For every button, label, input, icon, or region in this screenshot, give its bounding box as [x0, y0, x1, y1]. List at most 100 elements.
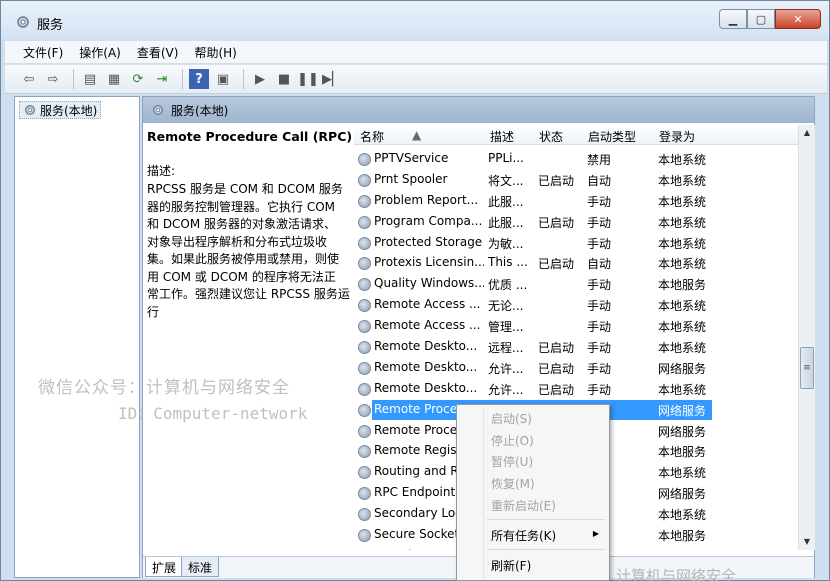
- service-name: Problem Report...: [374, 192, 479, 207]
- service-description: 允许...: [488, 382, 524, 397]
- service-row[interactable]: Prnt Spooler 将文... 已启动 自动 本地系统: [354, 170, 799, 191]
- title-bar[interactable]: 服务 ▁ ▢ ✕: [1, 1, 829, 39]
- description-line: 用 COM 或 DCOM 的程序将无法正: [147, 269, 336, 284]
- stop-icon[interactable]: ■: [274, 69, 294, 89]
- services-gear-icon: [24, 104, 36, 116]
- service-description: 为敏...: [488, 236, 524, 251]
- service-row[interactable]: Protexis Licensin... This ... 已启动 自动 本地系统: [354, 253, 799, 274]
- back-icon[interactable]: ⇦: [19, 69, 39, 89]
- close-button[interactable]: ✕: [775, 9, 821, 29]
- service-gear-icon: [358, 382, 371, 396]
- submenu-arrow-icon: ▶: [592, 529, 599, 538]
- service-gear-icon: [358, 194, 371, 208]
- vertical-scrollbar[interactable]: ▲ ≡ ▼: [798, 125, 815, 550]
- refresh-icon[interactable]: ⟳: [128, 69, 148, 89]
- service-description: 管理...: [488, 320, 524, 335]
- service-row[interactable]: Remote Deskto... 允许... 已启动 手动 网络服务: [354, 358, 799, 379]
- menu-item-stop[interactable]: 停止(O): [491, 432, 534, 449]
- description-line: 行: [147, 304, 160, 319]
- forward-icon[interactable]: ⇨: [43, 69, 63, 89]
- menu-item-restart[interactable]: 重新启动(E): [491, 497, 556, 514]
- service-row[interactable]: PPTVService PPLi... 禁用 本地系统: [354, 149, 799, 170]
- watermark-footer: 计算机与网络安全: [616, 567, 737, 581]
- export-icon[interactable]: ⇥: [152, 69, 172, 89]
- service-name: PPTVService: [374, 151, 449, 165]
- service-row[interactable]: Protected Storage 为敏... 手动 本地系统: [354, 233, 799, 254]
- description-line: 常工作。强烈建议您让 RPCSS 服务运: [147, 287, 350, 301]
- menu-bar: 文件(F) 操作(A) 查看(V) 帮助(H): [5, 41, 827, 63]
- column-status[interactable]: 状态: [539, 128, 563, 145]
- toolbar-separator: [182, 69, 183, 89]
- menu-item-all-tasks[interactable]: 所有任务(K): [491, 527, 556, 544]
- menu-gutter: [483, 407, 484, 579]
- panel-header: 服务(本地): [143, 97, 814, 123]
- watermark-id: ID：Computer-network: [118, 404, 308, 423]
- menu-item-pause[interactable]: 暂停(U): [491, 453, 533, 470]
- service-gear-icon: [358, 278, 371, 292]
- service-row[interactable]: Program Compa... 此服... 已启动 手动 本地系统: [354, 212, 799, 233]
- service-row[interactable]: Problem Report... 此服... 手动 本地系统: [354, 191, 799, 212]
- watermark-text: 微信公众号：计算机与网络安全: [38, 378, 290, 398]
- service-log-on-as: 本地服务: [658, 445, 707, 460]
- service-status: 已启动: [538, 361, 575, 376]
- properties-icon[interactable]: ▦: [104, 69, 124, 89]
- toolbar: ⇦ ⇨ ▤ ▦ ⟳ ⇥ ? ▣ ▶ ■ ❚❚ ▶▏: [5, 64, 827, 94]
- service-log-on-as: 本地系统: [658, 548, 728, 551]
- service-startup-type: 手动: [587, 320, 612, 335]
- menu-item-start[interactable]: 启动(S): [491, 410, 532, 427]
- start-icon[interactable]: ▶: [250, 69, 270, 89]
- menu-item-refresh[interactable]: 刷新(F): [491, 557, 531, 574]
- tab-extended[interactable]: 扩展: [145, 557, 184, 577]
- menu-view[interactable]: 查看(V): [137, 44, 179, 61]
- service-startup-type: 手动: [587, 278, 612, 293]
- service-description: 无论...: [488, 299, 524, 314]
- menu-help[interactable]: 帮助(H): [194, 44, 236, 61]
- tab-standard[interactable]: 标准: [181, 557, 220, 577]
- service-description: 允许...: [488, 361, 524, 376]
- scroll-thumb[interactable]: ≡: [800, 347, 814, 389]
- service-gear-icon: [358, 424, 371, 438]
- service-row[interactable]: Remote Access ... 管理... 手动 本地系统: [354, 316, 799, 337]
- column-description[interactable]: 描述: [490, 128, 514, 145]
- scroll-up-icon[interactable]: ▲: [799, 125, 815, 141]
- service-gear-icon: [358, 341, 371, 355]
- menu-file[interactable]: 文件(F): [23, 44, 63, 61]
- service-row[interactable]: Remote Deskto... 允许... 已启动 手动 本地系统: [354, 379, 799, 400]
- description-line: 和 DCOM 服务器的对象激活请求、: [147, 217, 337, 231]
- service-row[interactable]: Remote Deskto... 远程... 已启动 手动 本地系统: [354, 337, 799, 358]
- toolbar-separator: [243, 69, 244, 89]
- maximize-button[interactable]: ▢: [747, 9, 775, 29]
- service-description: 此服...: [488, 194, 524, 209]
- menu-item-resume[interactable]: 恢复(M): [491, 475, 535, 492]
- description-line: 集。如果此服务被停用或禁用，则使: [147, 252, 340, 266]
- service-startup-type: 手动: [587, 236, 612, 251]
- menu-action[interactable]: 操作(A): [79, 44, 121, 61]
- pause-icon[interactable]: ❚❚: [297, 69, 319, 89]
- service-description: 此服...: [488, 215, 524, 230]
- service-gear-icon: [358, 153, 371, 166]
- service-status: 已启动: [538, 382, 575, 397]
- service-name: Remote Deskto...: [374, 339, 478, 354]
- minimize-button[interactable]: ▁: [719, 9, 747, 29]
- menu-separator: [487, 519, 605, 520]
- service-row[interactable]: Remote Access ... 无论... 手动 本地系统: [354, 295, 799, 316]
- view-icon[interactable]: ▣: [213, 69, 233, 89]
- service-title: Remote Procedure Call (RPC): [147, 129, 353, 144]
- service-gear-icon: [358, 466, 371, 480]
- help-icon[interactable]: ?: [189, 69, 209, 89]
- column-name[interactable]: 名称: [360, 128, 384, 145]
- tree-item-services-local[interactable]: 服务(本地): [19, 101, 102, 119]
- service-log-on-as: 本地系统: [658, 341, 707, 356]
- show-hide-tree-icon[interactable]: ▤: [80, 69, 100, 89]
- service-row[interactable]: Quality Windows... 优质 ... 手动 本地服务: [354, 274, 799, 295]
- service-name: Protected Storage: [374, 234, 483, 249]
- column-header: 名称 ▲ 描述 状态 启动类型 登录为: [354, 125, 799, 145]
- column-log-on-as[interactable]: 登录为: [659, 128, 695, 145]
- restart-icon[interactable]: ▶▏: [322, 69, 342, 89]
- service-log-on-as: 本地系统: [658, 508, 707, 523]
- service-gear-icon: [358, 173, 371, 187]
- scroll-down-icon[interactable]: ▼: [799, 534, 815, 550]
- maximize-icon: ▢: [755, 12, 767, 26]
- column-startup-type[interactable]: 启动类型: [588, 128, 636, 145]
- services-window: 服务 ▁ ▢ ✕ 文件(F) 操作(A) 查看(V) 帮助(H) ⇦ ⇨ ▤ ▦…: [0, 0, 830, 581]
